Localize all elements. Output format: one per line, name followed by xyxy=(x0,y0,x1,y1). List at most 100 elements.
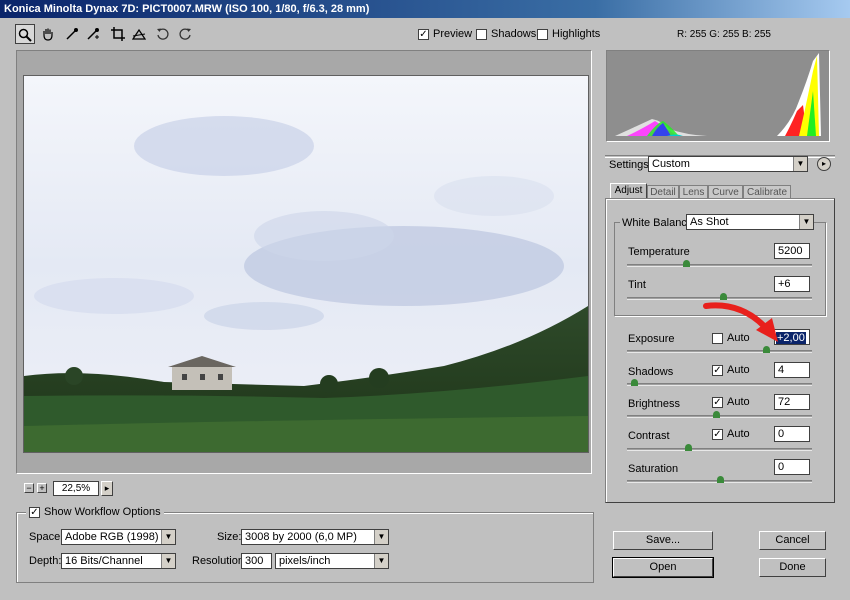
brightness-auto-checkbox[interactable]: ✓ xyxy=(712,396,723,408)
contrast-auto-label: Auto xyxy=(727,428,750,440)
resolution-unit-value: pixels/inch xyxy=(279,555,331,567)
chevron-down-icon: ▼ xyxy=(374,530,388,544)
depth-label: Depth: xyxy=(29,555,62,567)
size-label: Size: xyxy=(217,531,242,543)
shadows-slider-thumb[interactable] xyxy=(631,379,638,386)
space-dropdown[interactable]: Adobe RGB (1998) ▼ xyxy=(61,529,176,545)
shadows-label: Shadows xyxy=(628,366,674,378)
open-button[interactable]: Open xyxy=(612,557,714,578)
workflow-options-checkbox[interactable]: ✓ xyxy=(29,506,40,518)
shadows-clipping-group[interactable]: Shadows xyxy=(476,28,536,40)
hand-icon xyxy=(43,28,53,41)
rgb-readout: R: 255 G: 255 B: 255 xyxy=(677,29,771,40)
preview-image[interactable] xyxy=(23,75,589,453)
resolution-input[interactable]: 300 xyxy=(241,553,272,569)
chevron-down-icon: ▼ xyxy=(161,530,175,544)
eyedropper-icon xyxy=(66,28,78,40)
brightness-label: Brightness xyxy=(628,398,680,410)
tint-input[interactable]: +6 xyxy=(774,276,810,292)
temperature-label: Temperature xyxy=(628,246,690,258)
straighten-tool[interactable] xyxy=(129,24,149,44)
preview-checkbox-group[interactable]: ✓ Preview xyxy=(418,28,472,40)
preview-area[interactable] xyxy=(16,50,592,474)
space-value: Adobe RGB (1998) xyxy=(65,531,159,543)
zoom-level-field[interactable]: 22,5% xyxy=(53,481,99,496)
tab-detail[interactable]: Detail xyxy=(647,185,679,199)
crop-tool[interactable] xyxy=(108,24,128,44)
shadows-auto-checkbox[interactable]: ✓ xyxy=(712,364,723,376)
exposure-label: Exposure xyxy=(628,333,675,345)
hand-tool[interactable] xyxy=(38,24,58,44)
shadows-auto-label: Auto xyxy=(727,364,750,376)
depth-value: 16 Bits/Channel xyxy=(65,555,143,567)
tab-calibrate[interactable]: Calibrate xyxy=(743,185,791,199)
play-icon: ▸ xyxy=(821,159,826,168)
shadows-input[interactable]: 4 xyxy=(774,362,810,378)
saturation-label: Saturation xyxy=(628,463,679,475)
resolution-label: Resolution: xyxy=(192,555,248,567)
save-button[interactable]: Save... xyxy=(613,531,713,550)
tab-curve[interactable]: Curve xyxy=(708,185,743,199)
brightness-slider-thumb[interactable] xyxy=(713,411,720,418)
depth-dropdown[interactable]: 16 Bits/Channel ▼ xyxy=(61,553,176,569)
zoom-in-button[interactable]: + xyxy=(37,483,47,493)
white-balance-value: As Shot xyxy=(690,216,729,228)
white-balance-tool[interactable] xyxy=(62,24,82,44)
highlights-clipping-checkbox[interactable] xyxy=(537,28,548,40)
brightness-slider[interactable] xyxy=(627,411,812,418)
white-balance-dropdown[interactable]: As Shot ▼ xyxy=(686,214,814,230)
contrast-input[interactable]: 0 xyxy=(774,426,810,442)
contrast-label: Contrast xyxy=(628,430,670,442)
rotate-right-tool[interactable] xyxy=(175,24,195,44)
rotate-left-tool[interactable] xyxy=(153,24,173,44)
shadows-auto-group[interactable]: ✓ Auto xyxy=(712,364,750,376)
zoom-tool[interactable] xyxy=(15,24,35,44)
resolution-unit-dropdown[interactable]: pixels/inch ▼ xyxy=(275,553,389,569)
brightness-auto-label: Auto xyxy=(727,396,750,408)
histogram xyxy=(606,50,830,142)
size-dropdown[interactable]: 3008 by 2000 (6,0 MP) ▼ xyxy=(241,529,389,545)
temperature-slider[interactable] xyxy=(627,260,812,267)
workflow-options-toggle[interactable]: ✓ Show Workflow Options xyxy=(26,506,164,518)
saturation-input[interactable]: 0 xyxy=(774,459,810,475)
rotate-left-icon xyxy=(157,28,169,40)
brightness-input[interactable]: 72 xyxy=(774,394,810,410)
sampler-icon xyxy=(87,28,99,40)
shadows-clipping-label: Shadows xyxy=(491,28,537,40)
saturation-slider-thumb[interactable] xyxy=(717,476,724,483)
tab-lens[interactable]: Lens xyxy=(679,185,708,199)
brightness-auto-group[interactable]: ✓ Auto xyxy=(712,396,750,408)
contrast-slider[interactable] xyxy=(627,444,812,451)
contrast-auto-group[interactable]: ✓ Auto xyxy=(712,428,750,440)
straighten-icon xyxy=(131,28,147,40)
histogram-graph xyxy=(615,53,821,136)
chevron-down-icon: ▼ xyxy=(374,554,388,568)
cancel-button[interactable]: Cancel xyxy=(759,531,826,550)
highlights-clipping-label: Highlights xyxy=(552,28,601,40)
size-value: 3008 by 2000 (6,0 MP) xyxy=(245,531,357,543)
contrast-slider-thumb[interactable] xyxy=(685,444,692,451)
color-sampler-tool[interactable] xyxy=(83,24,103,44)
zoom-out-button[interactable]: − xyxy=(24,483,34,493)
exposure-slider[interactable] xyxy=(627,346,812,353)
temperature-input[interactable]: 5200 xyxy=(774,243,810,259)
title-bar: Konica Minolta Dynax 7D: PICT0007.MRW (I… xyxy=(0,0,850,18)
settings-menu-button[interactable]: ▸ xyxy=(817,157,831,171)
settings-label: Settings: xyxy=(609,159,652,171)
chevron-down-icon: ▼ xyxy=(793,157,807,171)
zoom-menu-button[interactable]: ▸ xyxy=(101,481,113,496)
highlights-clipping-group[interactable]: Highlights xyxy=(537,28,600,40)
space-label: Space: xyxy=(29,531,64,543)
temperature-slider-thumb[interactable] xyxy=(683,260,690,267)
preview-label: Preview xyxy=(433,28,473,40)
shadows-slider[interactable] xyxy=(627,379,812,386)
saturation-slider[interactable] xyxy=(627,476,812,483)
shadows-clipping-checkbox[interactable] xyxy=(476,28,487,40)
done-button[interactable]: Done xyxy=(759,558,826,577)
tab-adjust[interactable]: Adjust xyxy=(610,183,647,199)
workflow-options-panel xyxy=(16,512,594,583)
tint-label: Tint xyxy=(628,279,646,291)
contrast-auto-checkbox[interactable]: ✓ xyxy=(712,428,723,440)
settings-dropdown[interactable]: Custom ▼ xyxy=(648,156,808,172)
preview-checkbox[interactable]: ✓ xyxy=(418,28,429,40)
